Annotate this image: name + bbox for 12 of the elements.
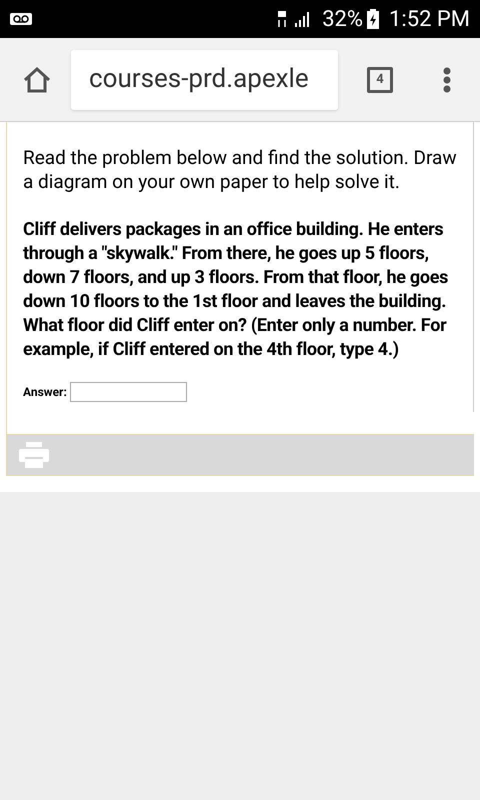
battery-icon: [367, 9, 380, 29]
answer-field[interactable]: [70, 382, 187, 402]
instructions-text: Read the problem below and find the solution. Draw a diagram on your own paper to help solve it.: [23, 146, 458, 194]
clock: 1:52 PM: [389, 6, 470, 34]
voicemail-icon: [10, 13, 32, 25]
menu-icon[interactable]: [443, 66, 451, 92]
url-field[interactable]: courses-prd.apexle: [71, 50, 338, 110]
battery-percent: 32%: [322, 6, 364, 34]
home-icon[interactable]: [22, 66, 52, 94]
answer-label: Answer:: [23, 384, 67, 401]
problem-text: Cliff delivers packages in an office building. He enters through a "skywalk." From there, he goes up 5 floors, down 7 floors, and up 3 floors. From that floor, he goes down 10 floors to the 1st floor and leaves the building. What floor did Cliff enter on? (Enter only a number. For example, if Cliff entered on the 4th floor, type 4.): [23, 218, 450, 362]
tab-count-button[interactable]: 4: [367, 66, 393, 92]
